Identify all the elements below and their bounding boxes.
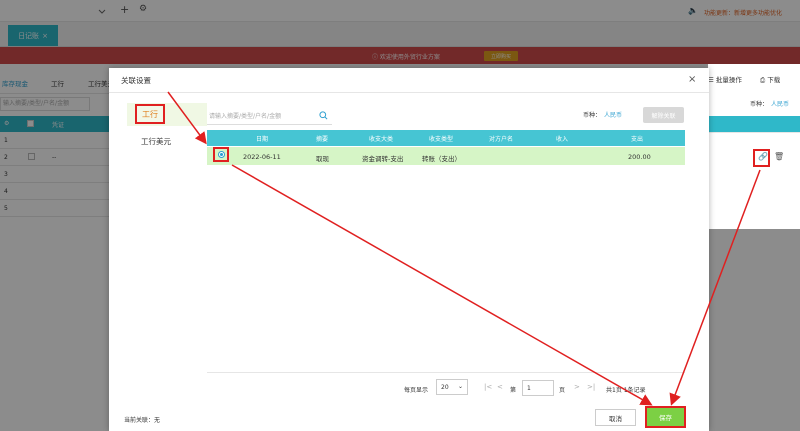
arrow-radio-to-save — [231, 164, 653, 406]
annotation-arrows — [167, 91, 761, 406]
arrow-to-radio — [167, 91, 207, 145]
arrow-link-to-save — [669, 169, 761, 406]
